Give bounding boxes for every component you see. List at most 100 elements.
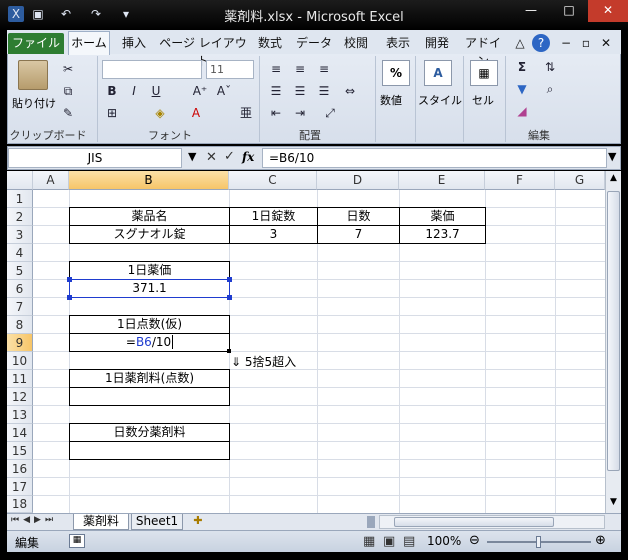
zoom-level[interactable]: 100% [427,534,461,548]
tab-data[interactable]: データ [294,34,334,54]
row-header-7[interactable]: 7 [7,298,33,316]
row-header-10[interactable]: 10 [7,352,33,370]
format-painter-icon[interactable]: ✎ [58,104,78,122]
cell-b15[interactable] [69,441,230,460]
workbook-restore-icon[interactable]: ▫ [578,34,594,54]
font-size-combo[interactable]: 11 [206,60,254,79]
align-center-icon[interactable]: ☰ [290,82,310,100]
number-group-label[interactable]: 数値 [380,92,402,108]
scroll-up-icon[interactable]: ▲ [608,173,619,187]
cell-e3[interactable]: 123.7 [399,225,486,244]
tab-view[interactable]: 表示 [380,34,416,54]
vertical-scrollbar[interactable]: ▲ ▼ [605,171,621,513]
tab-split-handle[interactable] [367,516,375,528]
align-middle-icon[interactable]: ≡ [290,60,310,78]
row-header-14[interactable]: 14 [7,424,33,442]
tab-review[interactable]: 校閲 [338,34,374,54]
page-layout-view-icon[interactable]: ▣ [383,534,395,549]
workbook-close-icon[interactable]: ✕ [598,34,614,54]
shrink-font-icon[interactable]: Aˇ [214,82,234,100]
maximize-button[interactable]: □ [550,0,588,22]
tab-developer[interactable]: 開発 [420,34,454,54]
align-left-icon[interactable]: ☰ [266,82,286,100]
copy-icon[interactable]: ⧉ [58,82,78,100]
expand-formula-bar-icon[interactable]: ▼ [608,150,616,163]
zoom-in-icon[interactable]: ⊕ [595,533,606,548]
font-color-icon[interactable]: A [186,104,206,122]
styles-icon[interactable]: A [424,60,452,86]
tab-addins[interactable]: アドイン [460,34,506,68]
cell-c3[interactable]: 3 [229,225,318,244]
grow-font-icon[interactable]: A⁺ [190,82,210,100]
row-header-9[interactable]: 9 [7,334,33,352]
merge-center-icon[interactable]: ⇔ [340,82,360,100]
cell-b5[interactable]: 1日薬価 [69,261,230,280]
name-box[interactable]: JIS [8,148,182,168]
reference-handle[interactable] [67,295,72,300]
zoom-slider-thumb[interactable] [536,536,541,548]
autosum-icon[interactable]: Σ [512,58,532,76]
row-header-16[interactable]: 16 [7,460,33,478]
horizontal-scroll-thumb[interactable] [394,517,554,527]
row-header-1[interactable]: 1 [7,190,33,208]
scroll-down-icon[interactable]: ▼ [608,497,619,511]
cell-c2[interactable]: 1日錠数 [229,207,318,226]
row-header-18[interactable]: 18 [7,496,33,513]
select-all-corner[interactable] [7,171,33,190]
formula-input[interactable]: =B6/10 [262,148,607,168]
column-header-g[interactable]: G [555,171,605,190]
underline-button[interactable]: U [146,82,166,100]
row-header-17[interactable]: 17 [7,478,33,496]
styles-group-label[interactable]: スタイル [418,92,462,108]
workbook-minimize-icon[interactable]: − [558,34,574,54]
align-bottom-icon[interactable]: ≡ [314,60,334,78]
row-header-6[interactable]: 6 [7,280,33,298]
align-right-icon[interactable]: ☰ [314,82,334,100]
sheet-nav-icon[interactable]: ⏮◀▶⏭ [11,515,57,525]
cell-b2[interactable]: 薬品名 [69,207,230,226]
paste-icon[interactable] [18,60,48,90]
sheet-tab-sheet1[interactable]: Sheet1 [131,514,183,530]
cell-e2[interactable]: 薬価 [399,207,486,226]
help-icon[interactable]: ? [532,34,550,52]
row-header-2[interactable]: 2 [7,208,33,226]
phonetic-icon[interactable]: 亜 [236,104,256,122]
decrease-indent-icon[interactable]: ⇤ [266,104,286,122]
column-header-e[interactable]: E [399,171,485,190]
sort-filter-icon[interactable]: ⇅ [540,58,560,76]
tab-formulas[interactable]: 数式 [252,34,288,54]
sheet-tab-active[interactable]: 薬剤料 [73,514,129,530]
row-header-12[interactable]: 12 [7,388,33,406]
tab-insert[interactable]: 挿入 [114,34,154,54]
tab-home[interactable]: ホーム [68,31,110,55]
insert-function-button[interactable]: fx [242,150,254,164]
cut-icon[interactable]: ✂ [58,60,78,78]
ribbon-collapse-icon[interactable]: △ [512,34,528,54]
cell-d3[interactable]: 7 [317,225,400,244]
reference-handle[interactable] [67,277,72,282]
cancel-edit-icon[interactable]: ✕ [206,150,217,165]
confirm-edit-icon[interactable]: ✓ [224,149,235,164]
cell-b12[interactable] [69,387,230,406]
bold-button[interactable]: B [102,82,122,100]
row-header-11[interactable]: 11 [7,370,33,388]
reference-handle[interactable] [227,295,232,300]
clear-icon[interactable]: ◢ [512,102,532,120]
cell-b3[interactable]: スグナオル錠 [69,225,230,244]
row-header-13[interactable]: 13 [7,406,33,424]
row-header-5[interactable]: 5 [7,262,33,280]
align-top-icon[interactable]: ≡ [266,60,286,78]
horizontal-scrollbar[interactable] [379,515,605,529]
close-button[interactable]: ✕ [588,0,628,22]
increase-indent-icon[interactable]: ⇥ [290,104,310,122]
cell-b9-editing[interactable]: =B6/10 [69,333,230,352]
cell-d2[interactable]: 日数 [317,207,400,226]
italic-button[interactable]: I [124,82,144,100]
column-header-b[interactable]: B [69,171,229,190]
page-break-view-icon[interactable]: ▤ [403,534,415,549]
column-header-d[interactable]: D [317,171,399,190]
row-header-3[interactable]: 3 [7,226,33,244]
cell-b14[interactable]: 日数分薬剤料 [69,423,230,442]
row-header-15[interactable]: 15 [7,442,33,460]
name-box-dropdown-icon[interactable]: ▼ [188,150,196,163]
